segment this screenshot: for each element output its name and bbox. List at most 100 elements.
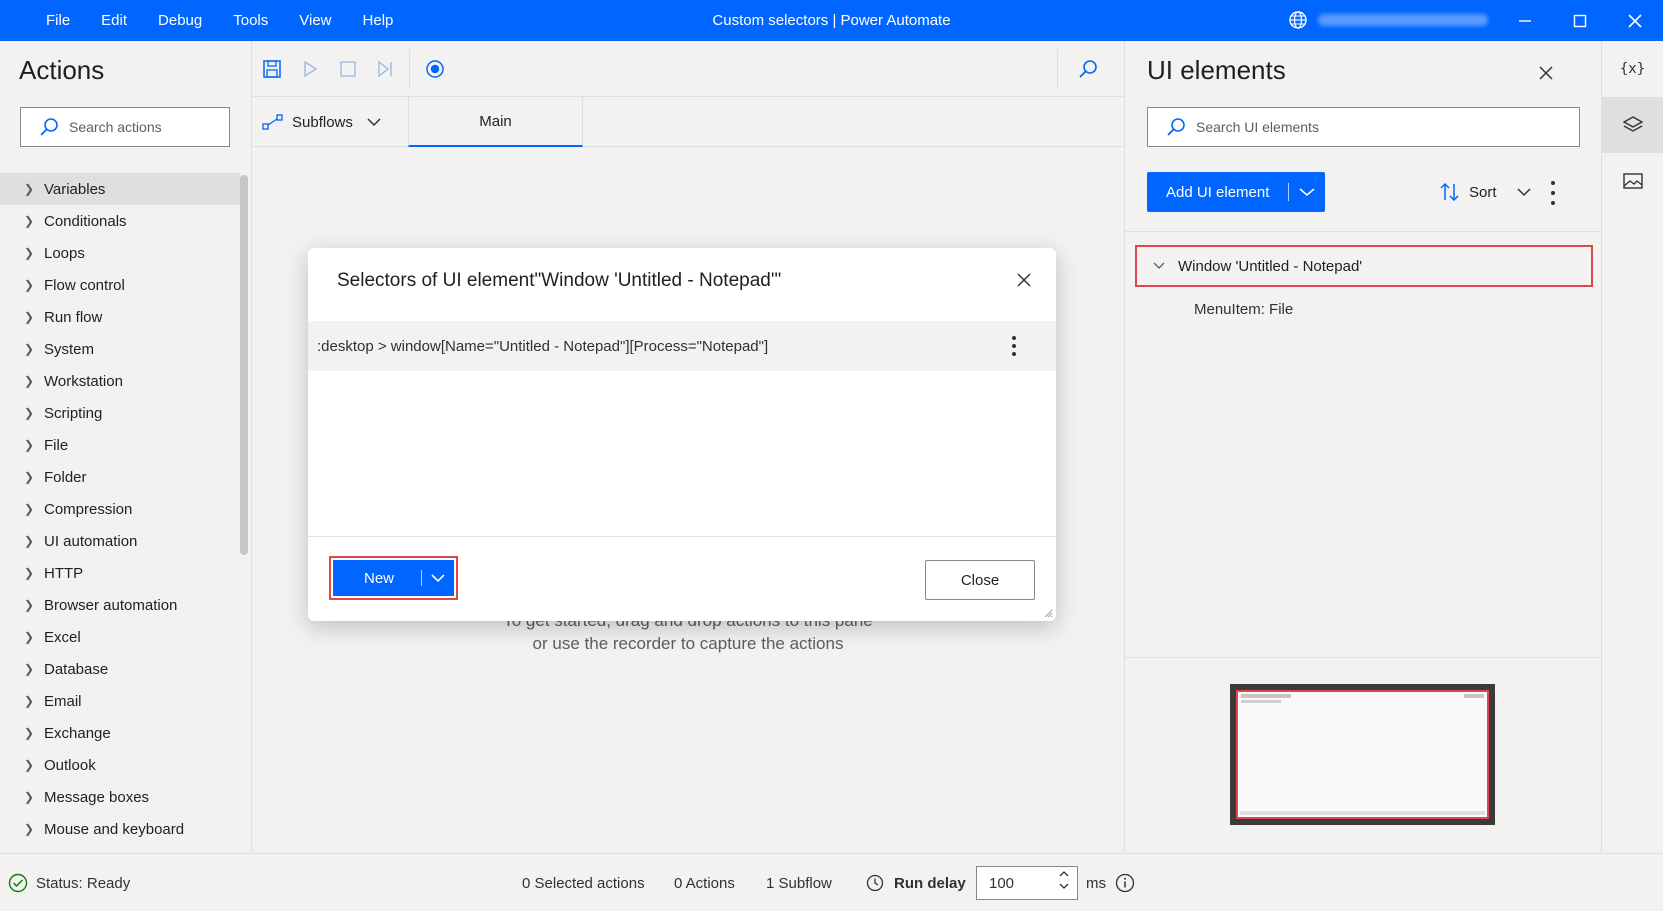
new-selector-button[interactable]: New	[333, 560, 454, 596]
stop-button[interactable]	[334, 55, 362, 83]
variables-icon: {x}	[1619, 61, 1646, 77]
more-options-button[interactable]	[1543, 181, 1563, 205]
chevron-down-icon[interactable]	[1059, 883, 1069, 889]
action-category[interactable]: ❯ Browser automation	[0, 589, 240, 621]
search-actions-input[interactable]: Search actions	[20, 107, 230, 147]
search-ui-elements-placeholder: Search UI elements	[1196, 119, 1319, 135]
check-circle-icon	[8, 873, 28, 893]
add-ui-element-label: Add UI element	[1166, 183, 1270, 201]
action-category[interactable]: ❯ UI automation	[0, 525, 240, 557]
dialog-title: Selectors of UI element"Window 'Untitled…	[337, 270, 782, 291]
status-bar: Status: Ready 0 Selected actions 0 Actio…	[0, 853, 1663, 911]
clock-icon	[866, 874, 884, 892]
images-tab[interactable]	[1602, 153, 1663, 209]
close-window-button[interactable]	[1612, 0, 1658, 41]
action-category[interactable]: ❯ Loops	[0, 237, 240, 269]
action-category[interactable]: ❯ Variables	[0, 173, 240, 205]
close-pane-button[interactable]	[1532, 59, 1560, 87]
more-vertical-icon	[1012, 336, 1016, 357]
selector-more-button[interactable]	[994, 335, 1034, 358]
sort-dropdown[interactable]: Sort	[1439, 172, 1531, 212]
actions-title: Actions	[19, 55, 105, 85]
variables-tab[interactable]: {x}	[1602, 41, 1663, 97]
recorder-button[interactable]	[421, 55, 449, 83]
action-category[interactable]: ❯ Workstation	[0, 365, 240, 397]
find-in-flow-button[interactable]	[1074, 55, 1102, 83]
add-ui-element-button[interactable]: Add UI element	[1147, 172, 1325, 212]
chevron-right-icon: ❯	[24, 694, 35, 708]
more-icon	[1551, 181, 1555, 185]
ui-element-window-notepad[interactable]: Window 'Untitled - Notepad'	[1135, 245, 1593, 287]
ui-elements-pane: UI elements Search UI elements Add UI el…	[1124, 41, 1602, 853]
action-category[interactable]: ❯ Outlook	[0, 749, 240, 781]
action-category[interactable]: ❯ Flow control	[0, 269, 240, 301]
dialog-close-button[interactable]	[1010, 266, 1038, 294]
close-icon	[1017, 273, 1031, 287]
run-next-action-button[interactable]	[371, 55, 399, 83]
chevron-right-icon: ❯	[24, 758, 35, 772]
maximize-button[interactable]	[1557, 0, 1603, 41]
info-button[interactable]	[1115, 854, 1135, 911]
chevron-right-icon: ❯	[24, 726, 35, 740]
selected-actions-count: 0 Selected actions	[522, 874, 645, 892]
chevron-down-icon[interactable]	[1153, 262, 1165, 270]
search-ui-elements-input[interactable]: Search UI elements	[1147, 107, 1580, 147]
minimize-button[interactable]	[1502, 0, 1548, 41]
action-category[interactable]: ❯ Mouse and keyboard	[0, 813, 240, 845]
dialog-close-action-button[interactable]: Close	[925, 560, 1035, 600]
action-category[interactable]: ❯ Email	[0, 685, 240, 717]
run-delay-value: 100	[989, 874, 1015, 892]
action-category[interactable]: ❯ File	[0, 429, 240, 461]
action-category[interactable]: ❯ Exchange	[0, 717, 240, 749]
run-button[interactable]	[296, 55, 324, 83]
toolbar-divider	[1057, 49, 1058, 89]
ui-element-preview	[1230, 684, 1495, 825]
chevron-right-icon: ❯	[24, 214, 35, 228]
chevron-right-icon: ❯	[24, 182, 35, 196]
actions-tree: ❯ Variables ❯ Conditionals ❯ Loops ❯ Flow co…	[0, 173, 240, 845]
actions-pane: Actions Search actions ❯ Variables ❯ Condi…	[0, 41, 252, 853]
action-category[interactable]: ❯ System	[0, 333, 240, 365]
chevron-up-icon[interactable]	[1059, 871, 1069, 877]
ui-element-label: Window 'Untitled - Notepad'	[1178, 257, 1363, 275]
action-category[interactable]: ❯ HTTP	[0, 557, 240, 589]
action-category[interactable]: ❯ Run flow	[0, 301, 240, 333]
action-category[interactable]: ❯ Scripting	[0, 397, 240, 429]
action-category[interactable]: ❯ Excel	[0, 621, 240, 653]
close-icon	[1539, 66, 1553, 80]
subflows-dropdown[interactable]: Subflows	[262, 97, 381, 147]
action-category[interactable]: ❯ Database	[0, 653, 240, 685]
chevron-right-icon: ❯	[24, 470, 35, 484]
tab-main[interactable]: Main	[408, 97, 583, 147]
run-delay-unit: ms	[1086, 874, 1106, 892]
split-divider	[1288, 183, 1289, 201]
action-category[interactable]: ❯ Conditionals	[0, 205, 240, 237]
chevron-right-icon: ❯	[24, 310, 35, 324]
new-selector-highlight: New	[329, 556, 458, 600]
environment-picker[interactable]	[1288, 10, 1488, 30]
action-category[interactable]: ❯ Folder	[0, 461, 240, 493]
run-delay-input[interactable]: 100	[976, 866, 1078, 900]
subflow-tabs: Subflows Main	[252, 97, 1124, 147]
toolbar-divider	[409, 49, 410, 89]
chevron-right-icon: ❯	[24, 534, 35, 548]
actions-count: 0 Actions	[674, 874, 735, 892]
chevron-right-icon: ❯	[24, 630, 35, 644]
run-delay-stepper[interactable]	[1059, 871, 1069, 889]
ui-element-menuitem-file[interactable]: MenuItem: File	[1194, 301, 1293, 318]
layers-icon	[1622, 116, 1643, 132]
environment-name-redacted	[1318, 14, 1488, 26]
chevron-down-icon[interactable]	[431, 573, 445, 583]
run-delay-label: Run delay	[894, 874, 966, 892]
resize-grip-icon[interactable]	[1043, 608, 1053, 618]
action-category[interactable]: ❯ Compression	[0, 493, 240, 525]
ui-elements-tab[interactable]	[1602, 97, 1663, 153]
chevron-right-icon: ❯	[24, 566, 35, 580]
action-category[interactable]: ❯ Message boxes	[0, 781, 240, 813]
save-button[interactable]	[258, 55, 286, 83]
chevron-right-icon: ❯	[24, 246, 35, 260]
chevron-down-icon[interactable]	[1299, 187, 1315, 197]
actions-scrollbar[interactable]	[240, 175, 248, 555]
subflow-icon	[262, 114, 283, 130]
selector-row[interactable]: :desktop > window[Name="Untitled - Notep…	[308, 321, 1056, 371]
